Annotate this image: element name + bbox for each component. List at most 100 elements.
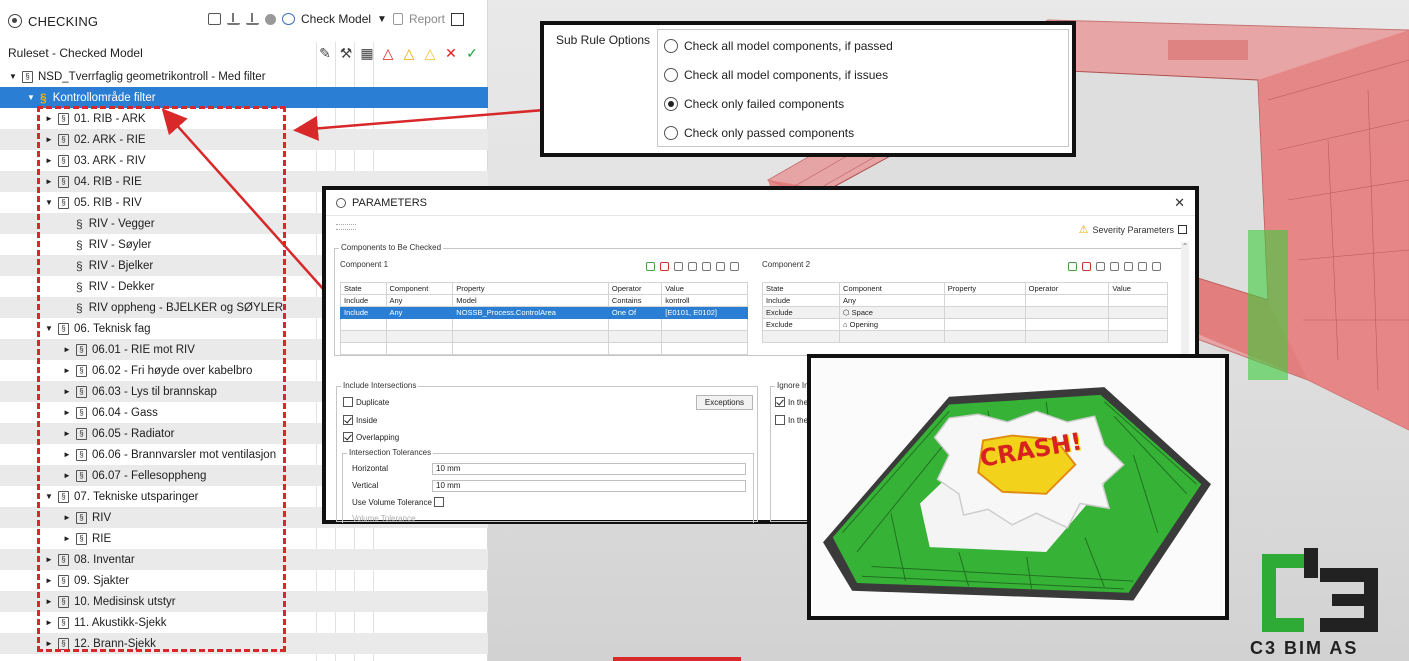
- expand-right-icon[interactable]: ►: [62, 450, 72, 459]
- cell[interactable]: Any: [385, 306, 454, 319]
- cell[interactable]: [E0101, E0102]: [661, 306, 748, 319]
- checkbox-checked-icon[interactable]: [343, 432, 353, 442]
- tree-row[interactable]: ▼ § NSD_Tverrfaglig geometrikontroll - Med…: [0, 66, 488, 87]
- report-button[interactable]: Report: [409, 12, 445, 26]
- expand-right-icon[interactable]: ►: [62, 345, 72, 354]
- cell[interactable]: [1108, 294, 1168, 307]
- cell[interactable]: [943, 306, 1026, 319]
- table-row-selected[interactable]: Include Any NOSSB_Process.ControlArea One O…: [340, 306, 748, 319]
- expand-down-icon[interactable]: ▼: [44, 324, 54, 333]
- save-icon[interactable]: [1110, 262, 1119, 271]
- expand-right-icon[interactable]: ►: [62, 513, 72, 522]
- radio-icon[interactable]: [664, 68, 678, 82]
- save-icon[interactable]: [688, 262, 697, 271]
- wrench-icon[interactable]: ⚒: [339, 45, 353, 61]
- cell[interactable]: Include: [340, 294, 387, 307]
- radio-selected-icon[interactable]: [664, 97, 678, 111]
- download-all-icon[interactable]: [246, 13, 259, 25]
- option-check-all-if-issues[interactable]: Check all model components, if issues: [664, 68, 888, 82]
- vertical-input[interactable]: 10 mm: [432, 480, 746, 492]
- tree-row[interactable]: ► § 10. Medisinsk utstyr: [0, 591, 488, 612]
- cell[interactable]: Exclude: [761, 318, 841, 331]
- radio-icon[interactable]: [664, 39, 678, 53]
- checkbox-checked-icon[interactable]: [343, 415, 353, 425]
- low-severity-icon[interactable]: △: [423, 45, 437, 61]
- drag-handle[interactable]: [336, 224, 356, 230]
- remove-row-icon[interactable]: [660, 262, 669, 271]
- expand-right-icon[interactable]: ►: [44, 618, 54, 627]
- table-row[interactable]: Include Any: [761, 294, 1168, 307]
- overlapping-checkbox[interactable]: Overlapping: [343, 432, 399, 442]
- remove-row-icon[interactable]: [1082, 262, 1091, 271]
- tree-row[interactable]: ► § 03. ARK - RIV: [0, 150, 488, 171]
- cell[interactable]: [1108, 318, 1168, 331]
- cell[interactable]: Include: [761, 294, 841, 307]
- checkbox-checked-icon[interactable]: [775, 397, 785, 407]
- cell[interactable]: [1024, 294, 1110, 307]
- expand-right-icon[interactable]: ►: [44, 555, 54, 564]
- paperclip-icon[interactable]: ✎: [318, 45, 332, 61]
- check-model-button[interactable]: Check Model: [301, 12, 371, 26]
- checkbox-icon[interactable]: [775, 415, 785, 425]
- expand-right-icon[interactable]: ►: [44, 135, 54, 144]
- open-icon[interactable]: [1096, 262, 1105, 271]
- critical-severity-icon[interactable]: △: [381, 45, 395, 61]
- download-icon[interactable]: [227, 13, 240, 25]
- ignore-option-1[interactable]: In the: [775, 397, 808, 407]
- table-row[interactable]: Exclude ⬡ Space: [761, 306, 1168, 319]
- cell[interactable]: [1024, 306, 1110, 319]
- tree-row[interactable]: ► § 02. ARK - RIE: [0, 129, 488, 150]
- scroll-up-icon[interactable]: ⌃: [1181, 242, 1189, 251]
- cell[interactable]: Any: [385, 294, 454, 307]
- expand-right-icon[interactable]: ►: [44, 597, 54, 606]
- cell[interactable]: Any: [839, 294, 945, 307]
- add-row-icon[interactable]: [1068, 262, 1077, 271]
- use-volume-checkbox[interactable]: [434, 497, 447, 507]
- record-icon[interactable]: [265, 13, 276, 25]
- option-check-only-failed[interactable]: Check only failed components: [664, 97, 844, 111]
- duplicate-checkbox[interactable]: Duplicate: [343, 397, 389, 407]
- open-folder-icon[interactable]: [208, 13, 221, 25]
- severity-parameters[interactable]: ⚠ Severity Parameters: [1079, 223, 1187, 236]
- exceptions-button[interactable]: Exceptions: [696, 395, 753, 410]
- expand-right-icon[interactable]: ►: [44, 156, 54, 165]
- paste-icon[interactable]: [1138, 262, 1147, 271]
- cell[interactable]: kontroll: [661, 294, 748, 307]
- expand-right-icon[interactable]: ►: [44, 177, 54, 186]
- tree-row[interactable]: ▼ § Kontrollområde filter: [0, 87, 488, 108]
- clear-icon[interactable]: [730, 262, 739, 271]
- expand-right-icon[interactable]: ►: [44, 639, 54, 648]
- option-check-only-passed[interactable]: Check only passed components: [664, 126, 854, 140]
- maximize-icon[interactable]: [450, 12, 464, 26]
- tree-row[interactable]: ► § 12. Brann-Sjekk: [0, 633, 488, 654]
- expand-down-icon[interactable]: ▼: [44, 492, 54, 501]
- add-row-icon[interactable]: [646, 262, 655, 271]
- horizontal-input[interactable]: 10 mm: [432, 463, 746, 475]
- cell[interactable]: [943, 294, 1026, 307]
- expand-down-icon[interactable]: ▼: [26, 93, 36, 102]
- cell[interactable]: Model: [452, 294, 609, 307]
- table-row[interactable]: Exclude ⌂ Opening: [761, 318, 1168, 331]
- open-icon[interactable]: [674, 262, 683, 271]
- expand-right-icon[interactable]: ►: [62, 387, 72, 396]
- copy-icon[interactable]: [702, 262, 711, 271]
- expand-right-icon[interactable]: ►: [44, 576, 54, 585]
- paste-icon[interactable]: [716, 262, 725, 271]
- cell[interactable]: [1024, 318, 1110, 331]
- expand-right-icon[interactable]: ►: [44, 114, 54, 123]
- cell[interactable]: Contains: [607, 294, 663, 307]
- expand-icon[interactable]: [1178, 225, 1187, 234]
- cell[interactable]: ⌂ Opening: [839, 318, 945, 331]
- tree-row[interactable]: ► § 01. RIB - ARK: [0, 108, 488, 129]
- close-button[interactable]: ✕: [1174, 195, 1185, 211]
- inside-checkbox[interactable]: Inside: [343, 415, 377, 425]
- expand-right-icon[interactable]: ►: [62, 534, 72, 543]
- table-icon[interactable]: ▦: [360, 45, 374, 61]
- cell[interactable]: Include: [340, 306, 387, 319]
- cell[interactable]: Exclude: [761, 306, 841, 319]
- table-row[interactable]: Include Any Model Contains kontroll: [340, 294, 748, 307]
- tree-row[interactable]: ► § 09. Sjakter: [0, 570, 488, 591]
- clear-icon[interactable]: [1152, 262, 1161, 271]
- expand-right-icon[interactable]: ►: [62, 429, 72, 438]
- tree-row[interactable]: ► § 11. Akustikk-Sjekk: [0, 612, 488, 633]
